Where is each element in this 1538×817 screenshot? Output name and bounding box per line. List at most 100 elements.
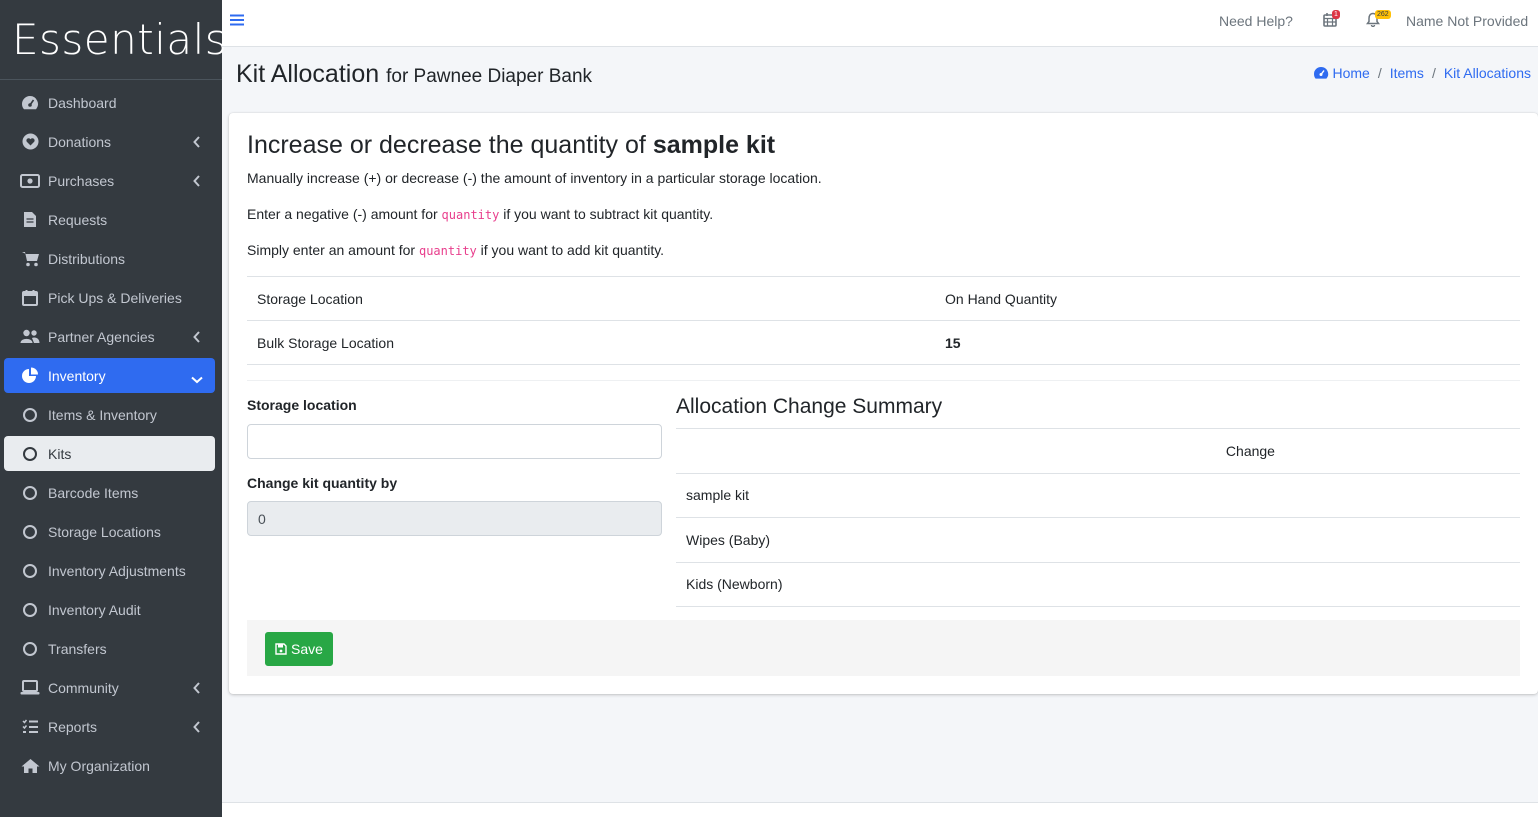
circle-icon (20, 601, 40, 619)
table-header-row: Change (676, 428, 1520, 473)
summary-item: sample kit (676, 472, 1520, 518)
breadcrumb-current[interactable]: Kit Allocations (1444, 65, 1531, 81)
table-row: Kids (Newborn) (676, 561, 1520, 607)
chevron-left-icon (193, 135, 201, 151)
page-header: Kit Allocation for Pawnee Diaper Bank (236, 60, 592, 89)
table-row: Bulk Storage Location 15 (247, 320, 1520, 365)
sidebar-item-label: Inventory Adjustments (48, 562, 186, 579)
circle-icon (20, 562, 40, 580)
sidebar-item-kits[interactable]: Kits (4, 436, 215, 471)
sidebar-item-label: Reports (48, 718, 98, 735)
brand-name: Essentials (12, 15, 228, 64)
table-row: sample kit (676, 472, 1520, 518)
sidebar-item-transfers[interactable]: Transfers (4, 631, 215, 666)
sidebar-item-inventory-audit[interactable]: Inventory Audit (4, 592, 215, 627)
sidebar-item-label: Purchases (48, 172, 115, 189)
sidebar-item-label: Donations (48, 133, 112, 150)
circle-icon (20, 523, 40, 541)
heart-icon (20, 133, 40, 151)
breadcrumb-home[interactable]: Home (1313, 65, 1370, 81)
line2-pre: Enter a negative (-) amount for (247, 206, 438, 222)
sidebar-item-label: Transfers (48, 640, 107, 657)
table-header-row: Storage Location On Hand Quantity (247, 276, 1520, 321)
column-header-item (676, 428, 701, 473)
storage-location-input[interactable] (247, 424, 662, 459)
line3-post: if you want to add kit quantity. (480, 242, 665, 258)
sidebar-item-donations[interactable]: Donations (4, 124, 215, 159)
kit-name: sample kit (652, 131, 776, 159)
sidebar-item-purchases[interactable]: Purchases (4, 163, 215, 198)
sidebar-item-requests[interactable]: Requests (4, 202, 215, 237)
home-icon (20, 757, 40, 775)
column-header-change: Change (700, 428, 1520, 473)
form-footer: Save (247, 620, 1520, 676)
sidebar-item-label: Kits (48, 445, 72, 462)
sidebar-item-partner-agencies[interactable]: Partner Agencies (4, 319, 215, 354)
sidebar-item-label: Community (48, 679, 119, 696)
sidebar-item-community[interactable]: Community (4, 670, 215, 705)
line2-post: if you want to subtract kit quantity. (503, 206, 714, 222)
chevron-left-icon (193, 330, 201, 346)
menu-icon[interactable] (230, 13, 244, 29)
summary-item: Kids (Newborn) (676, 561, 1520, 607)
pie-chart-icon (20, 367, 40, 385)
bell-icon[interactable]: 262 (1366, 10, 1391, 30)
sidebar-item-dashboard[interactable]: Dashboard (4, 85, 215, 120)
sidebar-item-label: My Organization (48, 757, 150, 774)
chevron-left-icon (193, 681, 201, 697)
instruction-line-1: Manually increase (+) or decrease (-) th… (247, 170, 822, 186)
chevron-left-icon (193, 174, 201, 190)
sidebar: Essentials Dashboard Donations Purchases… (0, 0, 227, 817)
sidebar-item-label: Inventory Audit (48, 601, 141, 618)
calendar-icon[interactable]: 1 (1323, 10, 1340, 30)
circle-icon (20, 445, 40, 463)
change-quantity-label: Change kit quantity by (247, 475, 398, 491)
money-icon (20, 172, 40, 190)
save-button-label: Save (291, 641, 323, 657)
heading-prefix: Increase or decrease the quantity of (247, 131, 646, 159)
breadcrumb-items[interactable]: Items (1390, 65, 1424, 81)
sidebar-item-pickups[interactable]: Pick Ups & Deliveries (4, 280, 215, 315)
sidebar-item-inventory-adjustments[interactable]: Inventory Adjustments (4, 553, 215, 588)
dashboard-icon (20, 94, 40, 112)
sidebar-item-inventory[interactable]: Inventory (4, 358, 215, 393)
page-footer (222, 802, 1538, 817)
need-help-link[interactable]: Need Help? (1219, 13, 1293, 29)
brand-logo[interactable]: Essentials (0, 0, 227, 80)
sidebar-item-storage-locations[interactable]: Storage Locations (4, 514, 215, 549)
circle-icon (20, 640, 40, 658)
summary-item: Wipes (Baby) (676, 517, 1520, 562)
storage-location-label: Storage location (247, 397, 357, 413)
sidebar-item-distributions[interactable]: Distributions (4, 241, 215, 276)
sidebar-item-reports[interactable]: Reports (4, 709, 215, 744)
breadcrumb: Home / Items / Kit Allocations (1313, 65, 1531, 81)
users-icon (20, 328, 40, 346)
sidebar-nav: Dashboard Donations Purchases Requests D… (0, 80, 222, 783)
sidebar-item-barcode-items[interactable]: Barcode Items (4, 475, 215, 510)
circle-icon (20, 406, 40, 424)
user-menu[interactable]: Name Not Provided (1406, 13, 1528, 29)
calendar-badge: 1 (1332, 10, 1340, 19)
sidebar-item-label: Dashboard (48, 94, 117, 111)
column-header: On Hand Quantity (935, 276, 1520, 321)
kit-allocation-card: Increase or decrease the quantity of sam… (229, 113, 1538, 694)
page-title-text: Kit Allocation (236, 60, 380, 88)
save-button[interactable]: Save (265, 632, 333, 666)
allocation-summary-title: Allocation Change Summary (676, 395, 943, 418)
breadcrumb-home-label: Home (1332, 65, 1370, 81)
table-row: Wipes (Baby) (676, 517, 1520, 562)
chevron-left-icon (193, 720, 201, 736)
notification-badge: 262 (1375, 10, 1391, 19)
list-icon (20, 718, 40, 736)
calendar-icon (20, 289, 40, 307)
quantity-code: quantity (418, 244, 477, 258)
sidebar-item-label: Requests (48, 211, 108, 228)
sidebar-item-label: Distributions (48, 250, 126, 267)
breadcrumb-separator: / (1377, 65, 1382, 81)
sidebar-item-items-inventory[interactable]: Items & Inventory (4, 397, 215, 432)
sidebar-item-my-organization[interactable]: My Organization (4, 748, 215, 783)
change-quantity-input[interactable] (247, 501, 662, 536)
table-cell-location: Bulk Storage Location (247, 320, 935, 365)
page-subtitle: for Pawnee Diaper Bank (386, 66, 593, 87)
allocation-summary-table: Change sample kit Wipes (Baby) Kids (New… (676, 428, 1520, 607)
